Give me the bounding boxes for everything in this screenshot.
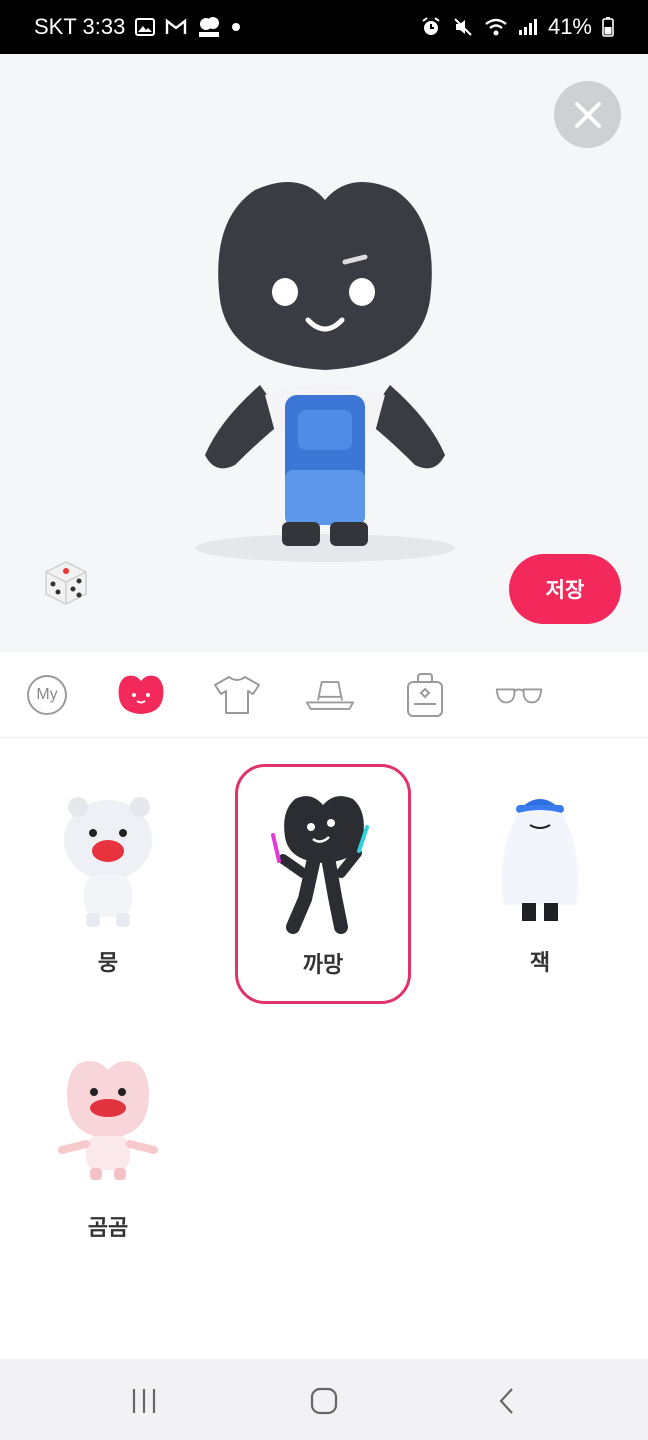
mute-icon <box>452 16 474 38</box>
back-icon <box>499 1388 513 1414</box>
system-navigation-bar <box>0 1359 648 1440</box>
character-name: 잭 <box>529 950 551 975</box>
tab-hat[interactable] <box>305 670 355 720</box>
bag-icon <box>407 673 443 717</box>
character-name: 뭉 <box>97 950 119 975</box>
avatar-figure <box>195 182 455 562</box>
category-tabs: My <box>0 652 648 738</box>
dice-icon <box>45 561 87 605</box>
gmail-icon <box>165 18 187 36</box>
carrier-time: SKT 3:33 <box>34 14 126 39</box>
tab-accessory[interactable] <box>494 670 544 720</box>
shirt-icon <box>214 676 260 714</box>
save-button[interactable]: 저장 <box>509 554 621 624</box>
signal-icon <box>518 18 538 36</box>
character-mung-image <box>64 797 152 927</box>
home-icon <box>310 1387 338 1415</box>
character-kkamang-image <box>271 796 369 934</box>
random-dice-button[interactable] <box>40 556 92 608</box>
close-button[interactable] <box>554 81 621 148</box>
glasses-icon <box>495 688 543 704</box>
tab-my[interactable]: My <box>22 670 72 720</box>
gallery-icon <box>135 18 156 36</box>
close-icon <box>574 101 601 128</box>
character-jack-image <box>501 799 579 921</box>
tab-top-clothes[interactable] <box>212 670 262 720</box>
tab-my-label: My <box>36 686 58 703</box>
wifi-icon <box>484 17 508 37</box>
battery-percent: 41% <box>547 14 592 39</box>
character-card-jack[interactable]: 잭 <box>452 765 628 1005</box>
recent-apps-icon <box>132 1389 156 1413</box>
notification-dot-icon <box>231 22 241 32</box>
character-name: 까망 <box>302 952 344 977</box>
recent-apps-button[interactable] <box>124 1381 164 1421</box>
hat-icon <box>305 681 355 710</box>
home-button[interactable] <box>304 1381 344 1421</box>
tab-character[interactable] <box>116 670 166 720</box>
status-bar: SKT 3:33 41% <box>0 0 648 54</box>
battery-icon <box>602 17 614 37</box>
character-card-mung[interactable]: 뭉 <box>20 765 196 1005</box>
tab-bag[interactable] <box>400 670 450 720</box>
character-card-kkamang[interactable]: 까망 <box>235 764 411 1004</box>
character-gomgom-image <box>58 1061 158 1180</box>
character-face-icon <box>118 675 164 714</box>
won-talk-icon <box>197 16 221 38</box>
character-name: 곰곰 <box>87 1215 129 1240</box>
character-card-gomgom[interactable]: 곰곰 <box>20 1030 196 1270</box>
back-button[interactable] <box>487 1381 527 1421</box>
alarm-icon <box>420 16 442 38</box>
